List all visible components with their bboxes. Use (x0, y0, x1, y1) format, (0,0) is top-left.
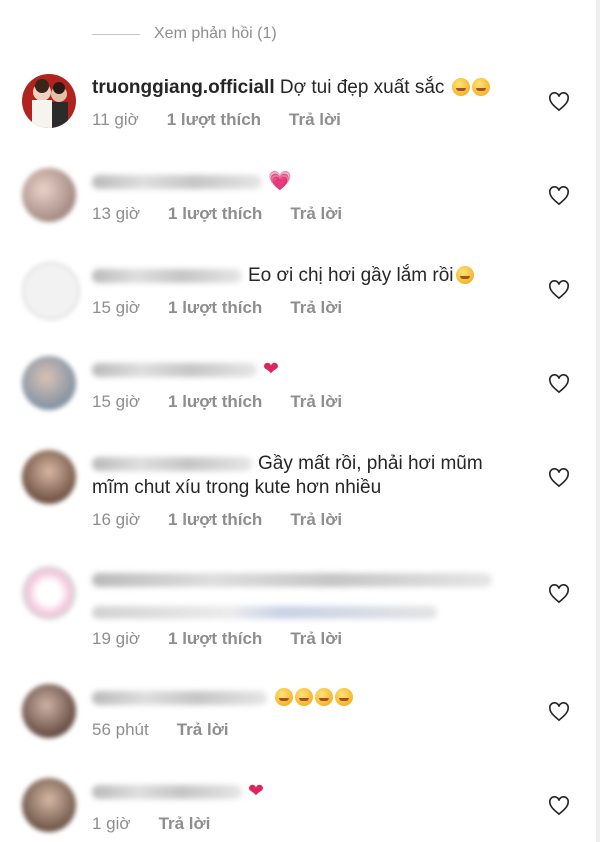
avatar[interactable] (22, 356, 76, 410)
avatar[interactable] (22, 168, 76, 222)
view-replies-label: Xem phản hồi (1) (154, 25, 277, 42)
reply-button[interactable]: Trả lời (290, 392, 342, 411)
heart-outline-icon[interactable] (548, 702, 570, 722)
comment-text: Eo ơi chị hơi gầy lắm rồi (248, 265, 454, 286)
red-heart-icon: ❤ (248, 781, 264, 802)
comment-body: 56 phút Trả lời (92, 686, 502, 740)
reply-button[interactable]: Trả lời (290, 510, 342, 529)
heart-outline-icon[interactable] (548, 374, 570, 394)
heart-eyes-face-icon (275, 688, 293, 706)
heart-outline-icon[interactable] (548, 796, 570, 816)
heart-outline-icon[interactable] (548, 92, 570, 112)
heart-outline-icon[interactable] (548, 280, 570, 300)
comment-text-line2: mĩm chut xíu trong kute hơn nhiều (92, 477, 382, 498)
likes-count[interactable]: 1 lượt thích (168, 629, 262, 648)
comment-time: 13 giờ (92, 204, 141, 223)
reply-button[interactable]: Trả lời (290, 629, 342, 648)
username[interactable]: truonggiang.officiall (92, 77, 275, 98)
kissing-face-icon (451, 78, 470, 96)
comment-time: 56 phút (92, 720, 149, 739)
comment-body: 19 giờ 1 lượt thích Trả lời (92, 568, 502, 649)
divider-line (92, 33, 140, 35)
heart-eyes-face-icon (335, 688, 353, 706)
heart-outline-icon[interactable] (548, 584, 570, 604)
likes-count[interactable]: 1 lượt thích (168, 392, 262, 411)
comment-time: 15 giờ (92, 298, 141, 317)
likes-count[interactable]: 1 lượt thích (168, 204, 262, 223)
likes-count[interactable]: 1 lượt thích (168, 298, 262, 317)
avatar[interactable] (22, 74, 76, 128)
reply-button[interactable]: Trả lời (159, 814, 211, 833)
username-blurred[interactable] (92, 362, 257, 377)
red-heart-icon: ❤ (263, 359, 279, 380)
username-blurred[interactable] (92, 572, 492, 587)
view-replies-button[interactable]: Xem phản hồi (1) (92, 22, 277, 46)
heart-outline-icon[interactable] (548, 468, 570, 488)
username-blurred[interactable] (92, 690, 267, 705)
comment-time: 15 giờ (92, 392, 141, 411)
comment-body: Eo ơi chị hơi gầy lắm rồi 15 giờ 1 lượt t… (92, 264, 502, 318)
pink-heart-icon: 💗 (268, 171, 292, 192)
username-blurred[interactable] (92, 268, 242, 283)
likes-count[interactable]: 1 lượt thích (167, 110, 261, 129)
comment-time: 11 giờ (92, 110, 139, 129)
avatar[interactable] (22, 684, 76, 738)
username-blurred[interactable] (92, 784, 242, 799)
comment-text: Gầy mất rồi, phải hơi mũm (258, 453, 483, 474)
scrollbar[interactable] (596, 0, 600, 842)
avatar[interactable] (22, 778, 76, 832)
comment-time: 19 giờ (92, 629, 141, 648)
comment-body: ❤ 15 giờ 1 lượt thích Trả lời (92, 358, 502, 412)
comment-body: Gầy mất rồi, phải hơi mũm mĩm chut xíu t… (92, 452, 502, 530)
comment-text-blurred (92, 606, 437, 619)
comment-body: 💗 13 giờ 1 lượt thích Trả lời (92, 170, 502, 224)
reply-button[interactable]: Trả lời (289, 110, 341, 129)
reply-button[interactable]: Trả lời (177, 720, 229, 739)
avatar[interactable] (22, 566, 76, 620)
kissing-face-icon (471, 78, 490, 96)
heart-eyes-face-icon (315, 688, 333, 706)
comment-time: 16 giờ (92, 510, 141, 529)
pleading-face-icon (455, 266, 474, 284)
reply-button[interactable]: Trả lời (290, 298, 342, 317)
username-blurred[interactable] (92, 174, 262, 189)
avatar[interactable] (22, 450, 76, 504)
comment-body: ❤ 1 giờ Trả lời (92, 780, 502, 834)
comment-text: Dợ tui đẹp xuất sắc (279, 77, 445, 98)
heart-outline-icon[interactable] (548, 186, 570, 206)
comment-time: 1 giờ (92, 814, 131, 833)
heart-eyes-face-icon (295, 688, 313, 706)
reply-button[interactable]: Trả lời (290, 204, 342, 223)
avatar[interactable] (22, 262, 80, 320)
likes-count[interactable]: 1 lượt thích (168, 510, 262, 529)
username-blurred[interactable] (92, 456, 252, 471)
comment-body: truonggiang.officiall Dợ tui đẹp xuất sắ… (92, 76, 502, 130)
